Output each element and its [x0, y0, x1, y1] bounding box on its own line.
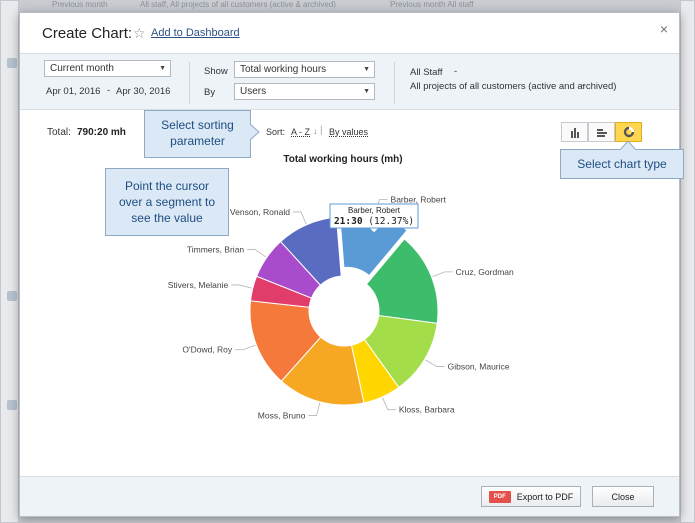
background-panel-right [680, 0, 695, 523]
filter-divider [394, 62, 395, 104]
chart-type-callout: Select chart type [560, 149, 684, 179]
slice-label-cruz-gordman: Cruz, Gordman [456, 267, 514, 277]
date-separator: - [107, 85, 111, 96]
background-side-icon [7, 58, 17, 68]
dialog-footer: PDF Export to PDF Close [20, 476, 679, 516]
date-to: Apr 30, 2016 [116, 86, 171, 97]
chevron-down-icon: ▼ [159, 65, 166, 72]
tooltip-value: 21:30 (12.37%) [334, 216, 414, 227]
background-strip-left: Previous month [52, 0, 108, 9]
slice-leader-line [292, 211, 307, 225]
dialog-header: Create Chart: ☆ Add to Dashboard × [20, 13, 679, 53]
slice-leader-line [247, 249, 267, 258]
chart-type-callout-text: Select chart type [577, 157, 667, 171]
period-select[interactable]: Current month ▼ [44, 60, 171, 77]
projects-filter-suffix: - [582, 80, 586, 91]
cursor-hint-callout-text: Point the cursor over a segment to see t… [118, 179, 216, 225]
slice-leader-line [235, 344, 256, 351]
show-label: Show [204, 66, 228, 77]
sorting-callout: Select sorting parameter [144, 110, 251, 158]
slice-label-o-dowd-roy: O'Dowd, Roy [182, 345, 233, 355]
add-to-dashboard-link[interactable]: Add to Dashboard [151, 27, 240, 39]
slice-label-barber-robert: Barber, Robert [391, 195, 447, 205]
export-pdf-label: Export to PDF [516, 491, 574, 502]
staff-filter-suffix: - [454, 66, 458, 77]
by-select-value: Users [240, 86, 267, 97]
background-strip-mid: All staff, All projects of all customers… [140, 0, 336, 9]
callout-pointer-icon [620, 141, 636, 150]
slice-label-stivers-melanie: Stivers, Melanie [168, 280, 229, 290]
slice-leader-line [432, 271, 453, 277]
date-from: Apr 01, 2016 [46, 86, 101, 97]
show-select-value: Total working hours [240, 64, 327, 75]
slice-label-kloss-barbara: Kloss, Barbara [399, 405, 455, 415]
slice-label-venson-ronald: Venson, Ronald [230, 207, 290, 217]
slice-label-gibson-maurice: Gibson, Maurice [448, 362, 510, 372]
slice-leader-line [382, 397, 396, 411]
star-icon[interactable]: ☆ [133, 25, 146, 42]
filter-divider [189, 62, 190, 104]
by-select[interactable]: Users ▼ [234, 83, 375, 100]
dialog-title: Create Chart: [42, 25, 133, 42]
slice-leader-line [231, 284, 252, 289]
slice-leader-line [425, 359, 445, 367]
cursor-hint-callout: Point the cursor over a segment to see t… [105, 168, 229, 236]
background-strip-right: Previous month All staff [390, 0, 474, 9]
close-button[interactable]: Close [592, 486, 654, 507]
slice-leader-line [308, 402, 321, 416]
period-select-value: Current month [50, 63, 114, 74]
filter-bar: Current month ▼ Apr 01, 2016 - Apr 30, 2… [20, 53, 679, 110]
close-icon[interactable]: × [660, 21, 668, 37]
background-side-icon [7, 291, 17, 301]
tooltip-name: Barber, Robert [348, 206, 401, 215]
create-chart-dialog: Create Chart: ☆ Add to Dashboard × Curre… [19, 12, 680, 517]
background-panel-left [0, 0, 19, 523]
projects-filter-text: All projects of all customers (active an… [410, 81, 617, 92]
close-button-label: Close [611, 491, 635, 502]
export-pdf-button[interactable]: PDF Export to PDF [481, 486, 581, 507]
background-side-icon [7, 400, 17, 410]
pdf-icon: PDF [488, 490, 511, 503]
sorting-callout-text: Select sorting parameter [161, 118, 234, 148]
by-label: By [204, 87, 216, 98]
callout-pointer-icon [250, 124, 260, 140]
staff-filter-text: All Staff [410, 67, 443, 78]
chevron-down-icon: ▼ [363, 66, 370, 73]
slice-label-timmers-brian: Timmers, Brian [187, 245, 245, 255]
show-select[interactable]: Total working hours ▼ [234, 61, 375, 78]
slice-label-moss-bruno: Moss, Bruno [258, 410, 306, 420]
chevron-down-icon: ▼ [363, 88, 370, 95]
